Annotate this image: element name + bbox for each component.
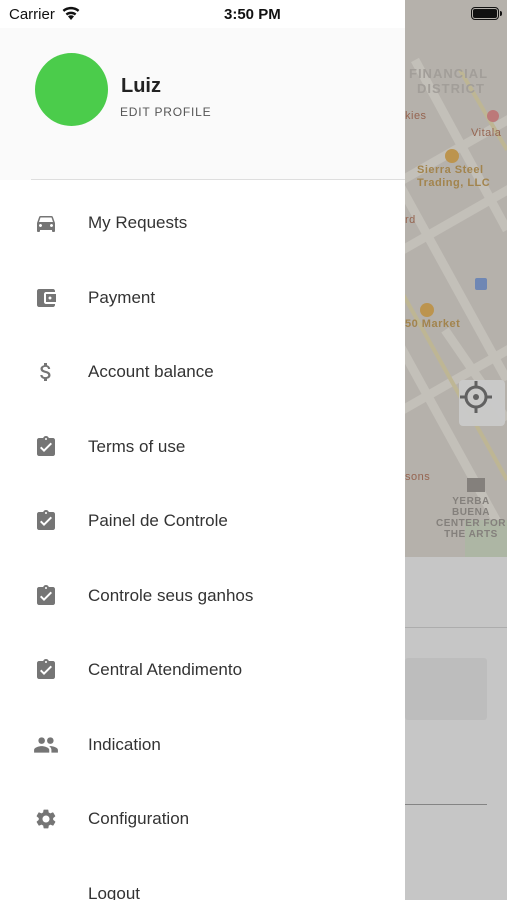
menu-item-label: Account balance	[88, 362, 214, 382]
menu-item-label: Controle seus ganhos	[88, 585, 254, 605]
dollar-icon	[33, 359, 59, 385]
menu-item-my-requests[interactable]: My Requests	[0, 186, 405, 261]
clipboard-check-icon	[33, 508, 59, 534]
menu-item-central-atendimento[interactable]: Central Atendimento	[0, 633, 405, 708]
navigation-drawer: Luiz EDIT PROFILE My Requests Payment Ac…	[0, 0, 405, 900]
menu-item-label: Logout	[88, 883, 140, 900]
profile-name: Luiz	[121, 75, 161, 97]
status-bar: Carrier 3:50 PM	[0, 0, 507, 28]
gear-icon	[33, 806, 59, 832]
menu-item-label: Payment	[88, 287, 156, 307]
clock: 3:50 PM	[224, 6, 281, 23]
clipboard-check-icon	[33, 657, 59, 683]
menu-item-indication[interactable]: Indication	[0, 708, 405, 783]
clipboard-check-icon	[33, 583, 59, 609]
menu-item-logout[interactable]: Logout	[0, 857, 405, 900]
menu-item-painel-de-controle[interactable]: Painel de Controle	[0, 484, 405, 559]
menu-item-terms-of-use[interactable]: Terms of use	[0, 410, 405, 485]
battery-icon	[471, 7, 502, 20]
menu-item-configuration[interactable]: Configuration	[0, 782, 405, 857]
header-divider	[31, 179, 405, 180]
background-screen: FINANCIAL DISTRICT kies Vitala Sierra St…	[405, 0, 507, 900]
drawer-overlay[interactable]	[405, 0, 507, 900]
menu-item-label: My Requests	[88, 213, 188, 233]
menu-item-label: Painel de Controle	[88, 511, 228, 531]
people-icon	[33, 732, 59, 758]
menu-item-account-balance[interactable]: Account balance	[0, 335, 405, 410]
edit-profile-link[interactable]: EDIT PROFILE	[120, 105, 211, 119]
clipboard-check-icon	[33, 434, 59, 460]
profile-header: Luiz EDIT PROFILE	[0, 28, 405, 180]
menu-item-label: Central Atendimento	[88, 660, 243, 680]
menu-item-controle-seus-ganhos[interactable]: Controle seus ganhos	[0, 559, 405, 634]
menu-item-label: Configuration	[88, 809, 190, 829]
menu-item-label: Indication	[88, 734, 161, 754]
drawer-menu: My Requests Payment Account balance Term…	[0, 186, 405, 900]
menu-item-payment[interactable]: Payment	[0, 261, 405, 336]
wifi-icon	[61, 5, 81, 25]
carrier-label: Carrier	[9, 6, 55, 23]
car-icon	[33, 210, 59, 236]
wallet-icon	[33, 285, 59, 311]
avatar[interactable]	[35, 53, 108, 126]
menu-item-label: Terms of use	[88, 436, 186, 456]
